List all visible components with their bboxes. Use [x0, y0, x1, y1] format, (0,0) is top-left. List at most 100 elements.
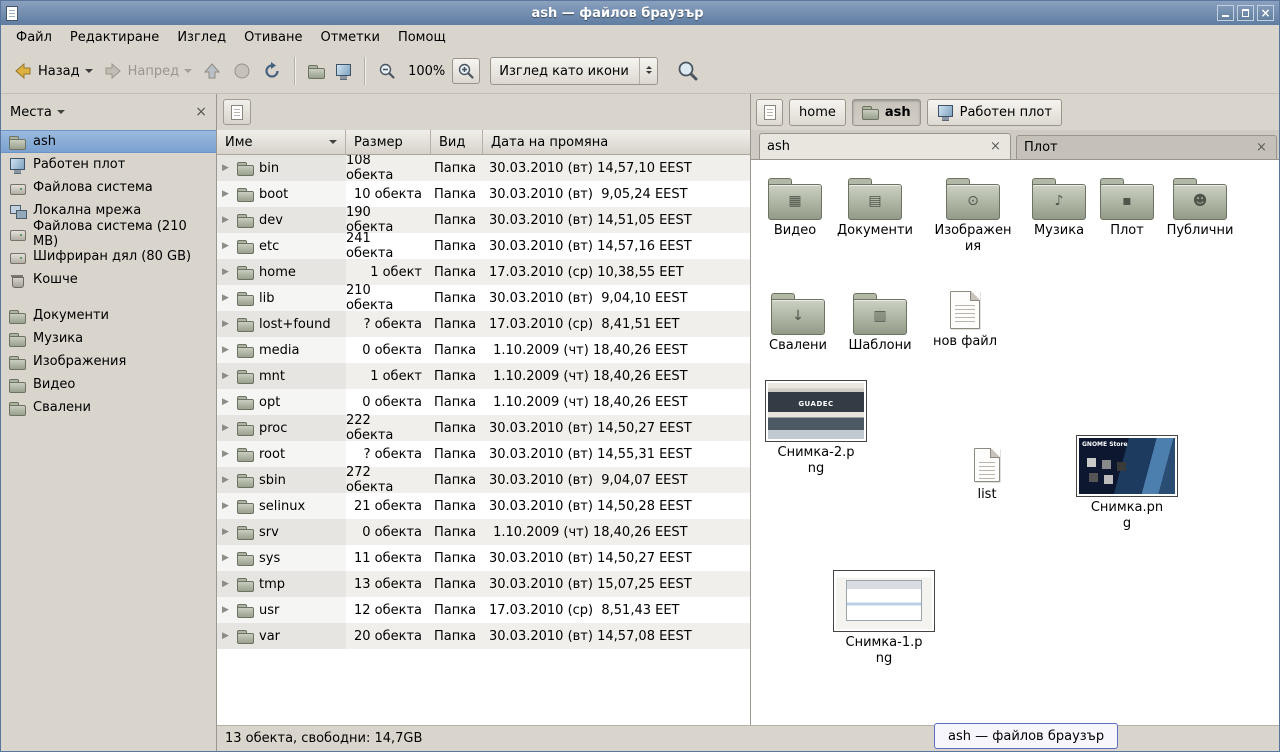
home-button[interactable] — [303, 58, 330, 84]
tab-plot[interactable]: Плот × — [1016, 135, 1277, 159]
sidebar-item[interactable]: Файлова система — [1, 176, 216, 199]
column-header-size[interactable]: Размер — [346, 130, 431, 154]
sidebar-item[interactable]: Музика — [1, 327, 216, 350]
minimize-button[interactable] — [1217, 5, 1234, 21]
titlebar[interactable]: ash — файлов браузър × — [1, 1, 1279, 25]
expander-icon[interactable]: ▶ — [222, 267, 232, 277]
table-row[interactable]: ▶ boot 10 обекта Папка 30.03.2010 (вт) 9… — [217, 181, 750, 207]
expander-icon[interactable]: ▶ — [222, 579, 232, 589]
expander-icon[interactable]: ▶ — [222, 449, 232, 459]
tab-close-icon[interactable]: × — [988, 139, 1003, 154]
menu-item[interactable]: Файл — [7, 28, 61, 47]
menu-item[interactable]: Отметки — [311, 28, 388, 47]
stop-button[interactable] — [227, 56, 257, 86]
tab-close-icon[interactable]: × — [1254, 140, 1269, 155]
zoom-in-button[interactable] — [452, 58, 480, 84]
icon-view-item[interactable]: Снимка-1.png — [832, 570, 936, 667]
expander-icon[interactable]: ▶ — [222, 319, 232, 329]
pathbar-scroll-button[interactable] — [756, 99, 783, 126]
expander-icon[interactable]: ▶ — [222, 345, 232, 355]
table-row[interactable]: ▶ lost+found ? обекта Папка 17.03.2010 (… — [217, 311, 750, 337]
reload-button[interactable] — [257, 56, 287, 86]
table-row[interactable]: ▶ bin 108 обекта Папка 30.03.2010 (вт) 1… — [217, 155, 750, 181]
icon-view-item[interactable]: ▪ Плот — [1085, 176, 1169, 239]
icon-view-item[interactable]: GUADEC Снимка-2.png — [764, 380, 868, 477]
icon-view-item[interactable]: GNOME Store Снимка.png — [1075, 435, 1179, 532]
places-close-icon[interactable]: × — [195, 105, 207, 119]
sidebar-item[interactable]: Изображения — [1, 350, 216, 373]
table-row[interactable]: ▶ etc 241 обекта Папка 30.03.2010 (вт) 1… — [217, 233, 750, 259]
table-row[interactable]: ▶ var 20 обекта Папка 30.03.2010 (вт) 14… — [217, 623, 750, 649]
expander-icon[interactable]: ▶ — [222, 397, 232, 407]
menu-item[interactable]: Редактиране — [61, 28, 168, 47]
forward-button[interactable]: Напред — [98, 56, 197, 86]
icon-view-item[interactable]: ▤ Документи — [833, 176, 917, 239]
expander-icon[interactable]: ▶ — [222, 631, 232, 641]
path-button-ash[interactable]: ash — [852, 99, 921, 126]
icon-view-item[interactable]: нов файл — [923, 291, 1007, 350]
table-row[interactable]: ▶ usr 12 обекта Папка 17.03.2010 (ср) 8,… — [217, 597, 750, 623]
table-row[interactable]: ▶ opt 0 обекта Папка 1.10.2009 (чт) 18,4… — [217, 389, 750, 415]
table-row[interactable]: ▶ media 0 обекта Папка 1.10.2009 (чт) 18… — [217, 337, 750, 363]
icon-view-item[interactable]: ▥ Шаблони — [838, 291, 922, 354]
sidebar-item[interactable]: Видео — [1, 373, 216, 396]
computer-button[interactable] — [330, 58, 357, 84]
expander-icon[interactable]: ▶ — [222, 241, 232, 251]
sidebar-item[interactable]: Кошче — [1, 268, 216, 291]
expander-icon[interactable]: ▶ — [222, 475, 232, 485]
expander-icon[interactable]: ▶ — [222, 371, 232, 381]
search-button[interactable] — [672, 55, 704, 87]
expander-icon[interactable]: ▶ — [222, 293, 232, 303]
table-row[interactable]: ▶ dev 190 обекта Папка 30.03.2010 (вт) 1… — [217, 207, 750, 233]
expander-icon[interactable]: ▶ — [222, 163, 232, 173]
icon-view-item[interactable]: list — [945, 448, 1029, 503]
path-button-home[interactable]: home — [789, 99, 846, 126]
expander-icon[interactable]: ▶ — [222, 501, 232, 511]
view-mode-select[interactable]: Изглед като икони — [490, 57, 658, 85]
table-row[interactable]: ▶ lib 210 обекта Папка 30.03.2010 (вт) 9… — [217, 285, 750, 311]
icon-view-item[interactable]: ☻ Публични — [1158, 176, 1242, 239]
menu-item[interactable]: Помощ — [389, 28, 455, 47]
table-row[interactable]: ▶ selinux 21 обекта Папка 30.03.2010 (вт… — [217, 493, 750, 519]
tab-ash[interactable]: ash × — [759, 133, 1011, 159]
icon-view-item[interactable]: ▦ Видео — [753, 176, 837, 239]
sidebar-item[interactable]: Свалени — [1, 396, 216, 419]
expander-icon[interactable]: ▶ — [222, 189, 232, 199]
icon-view-item[interactable]: ⊙ Изображения — [931, 176, 1015, 255]
up-button[interactable] — [197, 56, 227, 86]
table-row[interactable]: ▶ sbin 272 обекта Папка 30.03.2010 (вт) … — [217, 467, 750, 493]
location-button[interactable] — [223, 99, 251, 125]
table-row[interactable]: ▶ tmp 13 обекта Папка 30.03.2010 (вт) 15… — [217, 571, 750, 597]
sidebar-item[interactable]: Шифриран дял (80 GB) — [1, 245, 216, 268]
sidebar-item[interactable]: ash — [1, 130, 216, 153]
table-row[interactable]: ▶ root ? обекта Папка 30.03.2010 (вт) 14… — [217, 441, 750, 467]
expander-icon[interactable]: ▶ — [222, 423, 232, 433]
places-title[interactable]: Места — [10, 105, 52, 120]
table-row[interactable]: ▶ srv 0 обекта Папка 1.10.2009 (чт) 18,4… — [217, 519, 750, 545]
places-dropdown-icon[interactable] — [57, 110, 65, 118]
maximize-button[interactable] — [1237, 5, 1254, 21]
column-header-type[interactable]: Вид — [431, 130, 483, 154]
table-row[interactable]: ▶ proc 222 обекта Папка 30.03.2010 (вт) … — [217, 415, 750, 441]
back-button[interactable]: Назад — [8, 56, 98, 86]
sidebar-item[interactable]: Документи — [1, 304, 216, 327]
path-button-desktop[interactable]: Работен плот — [927, 99, 1062, 126]
expander-icon[interactable]: ▶ — [222, 215, 232, 225]
table-row[interactable]: ▶ mnt 1 обект Папка 1.10.2009 (чт) 18,40… — [217, 363, 750, 389]
expander-icon[interactable]: ▶ — [222, 553, 232, 563]
sidebar-item[interactable]: Работен плот — [1, 153, 216, 176]
expander-icon[interactable]: ▶ — [222, 527, 232, 537]
table-row[interactable]: ▶ home 1 обект Папка 17.03.2010 (ср) 10,… — [217, 259, 750, 285]
window-list-badge[interactable]: ash — файлов браузър — [934, 723, 1118, 749]
column-header-name[interactable]: Име — [217, 130, 346, 154]
menu-item[interactable]: Отиване — [235, 28, 311, 47]
table-row[interactable]: ▶ sys 11 обекта Папка 30.03.2010 (вт) 14… — [217, 545, 750, 571]
icon-view[interactable]: ▦ Видео ▤ Документ — [751, 159, 1279, 725]
sidebar-item[interactable]: Файлова система (210 MB) — [1, 222, 216, 245]
close-button[interactable]: × — [1257, 5, 1274, 21]
zoom-out-button[interactable] — [373, 57, 401, 85]
menu-item[interactable]: Изглед — [168, 28, 235, 47]
expander-icon[interactable]: ▶ — [222, 605, 232, 615]
icon-view-item[interactable]: ↓ Свалени — [756, 291, 840, 354]
back-dropdown-icon[interactable] — [85, 69, 93, 77]
